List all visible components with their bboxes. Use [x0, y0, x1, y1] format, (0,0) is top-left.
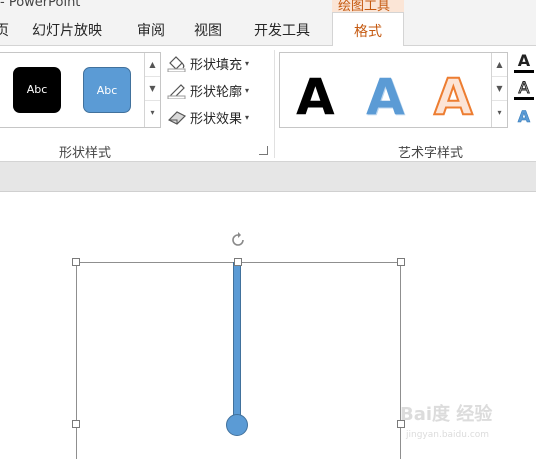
- shape-style-black[interactable]: Abc: [13, 67, 61, 113]
- text-outline-icon[interactable]: A: [514, 78, 534, 100]
- text-fill-icon[interactable]: A: [514, 52, 534, 73]
- text-effects-icon[interactable]: A: [514, 106, 534, 128]
- watermark-main-text: Bai度 经验: [400, 404, 493, 425]
- tab-format[interactable]: 格式: [332, 12, 404, 47]
- wordart-style-gallery: A A A ▲ ▼ ▾: [279, 52, 508, 128]
- powerpoint-window: - PowerPoint 绘图工具 页 幻灯片放映 审阅 视图 开发工具 格式 …: [0, 0, 536, 459]
- group-separator: [274, 50, 275, 158]
- chevron-down-icon: ▾: [245, 58, 250, 68]
- chevron-down-icon: ▾: [245, 85, 250, 95]
- tab-developer[interactable]: 开发工具: [254, 20, 310, 40]
- shape-styles-group-label: 形状样式: [59, 146, 112, 161]
- gallery-down-icon[interactable]: ▼: [492, 77, 507, 101]
- chevron-down-icon: ▾: [245, 112, 250, 122]
- workspace-strip: [0, 162, 536, 192]
- pendulum-rod-shape[interactable]: [233, 262, 241, 419]
- eraser-shape-icon: [167, 108, 187, 126]
- resize-handle-top-center[interactable]: [234, 258, 242, 266]
- wordart-style-black[interactable]: A: [296, 67, 335, 127]
- ribbon-format: Abc Abc ▲ ▼ ▾ 形状填充 ▾ 形状轮廓 ▾ 形状效果 ▾ 形状样式 …: [0, 46, 536, 162]
- ribbon-tab-bar: 页 幻灯片放映 审阅 视图 开发工具 格式: [0, 12, 536, 47]
- resize-handle-left[interactable]: [72, 420, 80, 428]
- baidu-watermark: Bai度 经验 jingyan.baidu.com: [400, 400, 530, 450]
- rotate-handle-icon[interactable]: [229, 231, 247, 249]
- wordart-styles-group-label: 艺术字样式: [398, 146, 464, 161]
- wordart-style-orange[interactable]: A: [433, 67, 474, 127]
- resize-handle-top-left[interactable]: [72, 258, 80, 266]
- shape-style-gallery: Abc Abc ▲ ▼ ▾: [0, 52, 161, 128]
- title-bar: - PowerPoint: [0, 0, 536, 12]
- gallery-more-icon[interactable]: ▾: [492, 101, 507, 125]
- gallery-more-icon[interactable]: ▾: [145, 101, 160, 125]
- app-title: - PowerPoint: [0, 0, 81, 10]
- shape-gallery-scroll: ▲ ▼ ▾: [144, 53, 160, 127]
- tab-page[interactable]: 页: [0, 20, 9, 40]
- dialog-launcher-icon[interactable]: [259, 146, 268, 155]
- tab-review[interactable]: 审阅: [137, 20, 165, 40]
- gallery-up-icon[interactable]: ▲: [145, 53, 160, 77]
- paint-bucket-icon: [167, 54, 187, 73]
- wordart-style-blue[interactable]: A: [366, 67, 405, 127]
- pencil-icon: [167, 81, 187, 100]
- shape-style-blue[interactable]: Abc: [83, 67, 131, 113]
- shape-fill-button[interactable]: 形状填充 ▾: [167, 52, 249, 74]
- shape-effects-button[interactable]: 形状效果 ▾: [167, 106, 249, 128]
- shape-outline-label: 形状轮廓: [190, 84, 243, 100]
- gallery-down-icon[interactable]: ▼: [145, 77, 160, 101]
- shape-effects-label: 形状效果: [190, 111, 243, 127]
- shape-fill-label: 形状填充: [190, 57, 243, 73]
- tab-slideshow[interactable]: 幻灯片放映: [32, 20, 102, 40]
- pendulum-ball-shape[interactable]: [226, 414, 248, 436]
- shape-outline-button[interactable]: 形状轮廓 ▾: [167, 79, 249, 101]
- wordart-gallery-scroll: ▲ ▼ ▾: [491, 53, 507, 127]
- gallery-up-icon[interactable]: ▲: [492, 53, 507, 77]
- resize-handle-top-right[interactable]: [397, 258, 405, 266]
- tab-view[interactable]: 视图: [194, 20, 222, 40]
- watermark-sub-text: jingyan.baidu.com: [406, 430, 490, 440]
